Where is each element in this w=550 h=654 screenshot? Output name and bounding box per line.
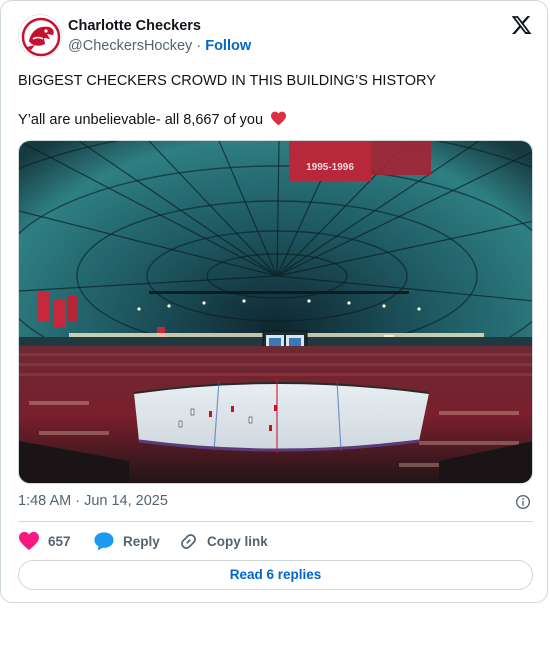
checkers-logo-icon [20, 16, 61, 57]
author-handle-row: @CheckersHockey · Follow [68, 38, 251, 54]
read-replies-button[interactable]: Read 6 replies [18, 560, 533, 590]
link-icon [181, 533, 196, 549]
post-image-arena[interactable]: 1995-1996 [18, 140, 533, 484]
divider [18, 521, 533, 522]
post-text-line-2-content: Y’all are unbelievable- all 8,667 of you [18, 112, 264, 128]
embedded-post-card: Charlotte Checkers @CheckersHockey · Fol… [0, 0, 548, 603]
info-icon[interactable] [515, 494, 531, 510]
banner-text: 1995-1996 [306, 162, 354, 173]
author-handle[interactable]: @CheckersHockey [68, 38, 192, 54]
post-timestamp[interactable]: 1:48 AM · Jun 14, 2025 [18, 493, 168, 509]
arena-photo: 1995-1996 [19, 141, 532, 483]
author-name[interactable]: Charlotte Checkers [68, 18, 201, 34]
speech-bubble-icon [94, 532, 114, 551]
heart-icon [19, 531, 39, 551]
x-logo-icon[interactable] [510, 14, 533, 36]
post-text-line-1: BIGGEST CHECKERS CROWD IN THIS BUILDING’… [18, 73, 436, 89]
like-count: 657 [48, 533, 71, 549]
post-text-line-2: Y’all are unbelievable- all 8,667 of you [18, 111, 287, 128]
reply-button[interactable]: Reply [93, 529, 160, 553]
copy-link-label: Copy link [207, 533, 268, 549]
author-avatar[interactable] [18, 14, 62, 58]
follow-button[interactable]: Follow [205, 38, 251, 54]
copy-link-button[interactable]: Copy link [178, 529, 268, 553]
reply-label: Reply [123, 533, 160, 549]
like-button[interactable]: 657 [18, 529, 71, 553]
handle-separator: · [196, 38, 202, 54]
red-heart-emoji-icon [271, 111, 287, 126]
